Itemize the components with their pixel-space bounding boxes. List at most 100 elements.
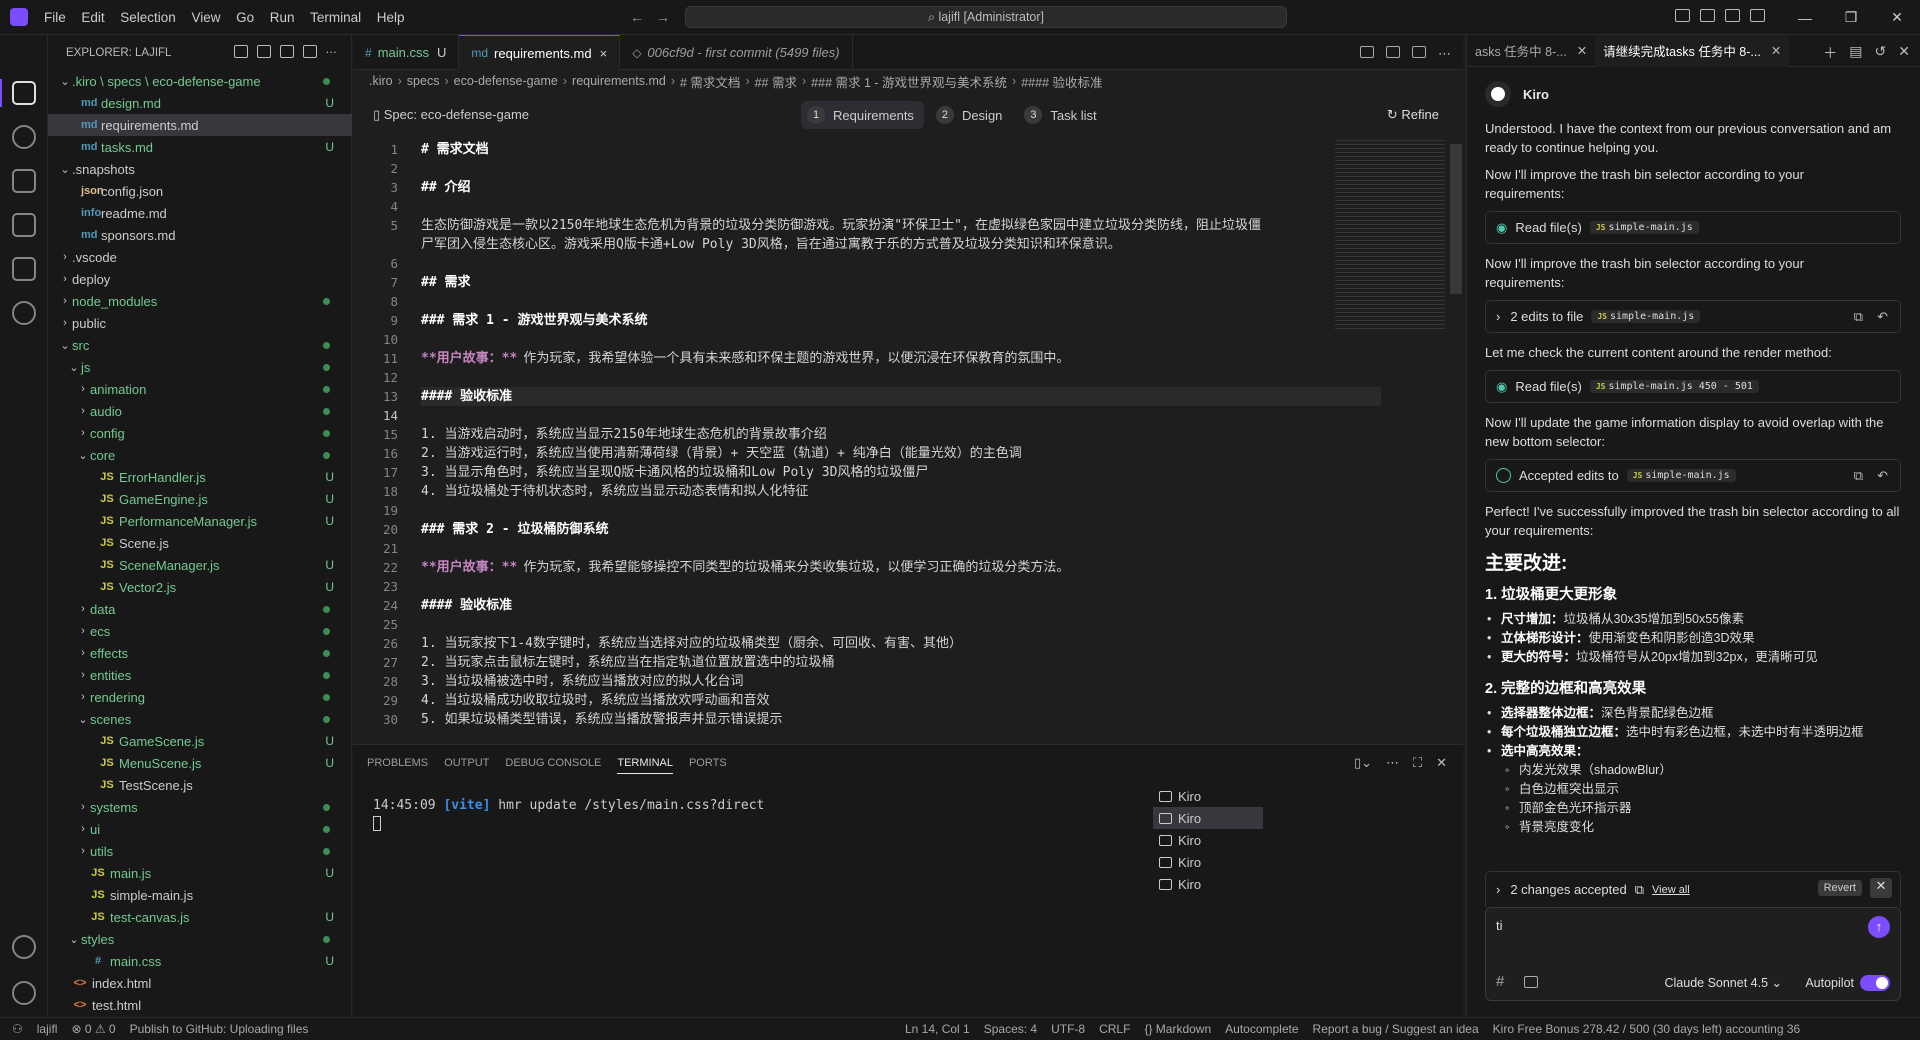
remote-icon[interactable]: ⚇ [12,1022,23,1036]
more-actions-icon[interactable]: ⋯ [326,45,338,59]
tree-file[interactable]: JS test-canvas.js U [48,906,352,928]
menu-edit[interactable]: Edit [75,10,110,25]
undo-icon[interactable]: ↶ [1877,309,1888,325]
tree-folder[interactable]: › audio [48,400,352,422]
tree-folder[interactable]: › deploy [48,268,352,290]
file-chip[interactable]: JS simple-main.js [1589,221,1699,234]
accepted-edits-card[interactable]: Accepted edits to JS simple-main.js ⧉ ↶ [1485,459,1901,492]
minimize-icon[interactable]: — [1782,10,1828,26]
context-hash-icon[interactable]: # [1496,973,1504,990]
tree-file[interactable]: info readme.md [48,202,352,224]
minimap[interactable] [1335,140,1445,330]
code-content[interactable]: # 需求文档 ## 介绍 生态防御游戏是一款以2150年地球生态危机为背景的垃圾分类… [421,140,1381,729]
code-editor[interactable]: 1 2 3 4 5 6 7 8 9 10 11 12 13 14 15 16 17 18 19 20 21 22 23 24 2… [353,140,1463,738]
tree-file[interactable]: JS main.js U [48,862,352,884]
tree-file[interactable]: JS SceneManager.js U [48,554,352,576]
status-eol[interactable]: CRLF [1099,1022,1130,1036]
tab-problems[interactable]: PROBLEMS [367,757,428,774]
refresh-icon[interactable] [279,45,294,58]
chat-tab[interactable]: asks 任务中 8-... ✕ [1467,35,1595,67]
breadcrumb-item[interactable]: #### 验收标准 [1021,72,1102,91]
menu-view[interactable]: View [185,10,226,25]
source-control-icon[interactable] [12,169,36,193]
camera-icon[interactable] [1360,46,1374,58]
step-requirements[interactable]: 1 Requirements [801,101,924,129]
history-icon[interactable]: ↺ [1875,43,1887,63]
status-bonus[interactable]: Kiro Free Bonus 278.42 / 500 (30 days le… [1493,1022,1801,1036]
chevron-right-icon[interactable]: › [1496,309,1500,324]
back-arrow-icon[interactable]: ← [630,9,656,25]
extensions-icon[interactable] [12,257,36,281]
tree-file[interactable]: JS GameScene.js U [48,730,352,752]
tree-folder[interactable]: › ecs [48,620,352,642]
close-chat-icon[interactable]: ✕ [1898,43,1910,63]
tree-file[interactable]: md tasks.md U [48,136,352,158]
terminal-item[interactable]: Kiro [1153,851,1263,873]
terminal-item[interactable]: Kiro [1153,785,1263,807]
terminal-item[interactable]: Kiro [1153,873,1263,895]
breadcrumb-item[interactable]: ### 需求 1 - 游戏世界观与美术系统 [811,72,1007,91]
tree-file[interactable]: md sponsors.md [48,224,352,246]
menu-terminal[interactable]: Terminal [304,10,367,25]
breadcrumb-item[interactable]: ## 需求 [755,72,797,91]
step-task-list[interactable]: 3 Task list [1018,101,1106,129]
status-account[interactable]: lajifl [37,1022,58,1036]
tree-folder[interactable]: ⌄ styles [48,928,352,950]
tree-file[interactable]: <> test.html [48,994,352,1016]
new-folder-icon[interactable] [256,45,271,58]
tab-close-icon[interactable]: × [600,46,608,61]
file-chip[interactable]: JS simple-main.js 450 - 501 [1589,380,1759,393]
status-problems[interactable]: ⊗ 0 ⚠ 0 [71,1022,115,1036]
breadcrumb-item[interactable]: specs [407,74,440,88]
split-editor-icon[interactable] [1412,46,1426,58]
tree-folder[interactable]: › ui [48,818,352,840]
tree-file[interactable]: # main.css U [48,950,352,972]
tree-folder[interactable]: › utils [48,840,352,862]
file-chip[interactable]: JS simple-main.js [1591,310,1701,323]
tree-folder[interactable]: ⌄ js [48,356,352,378]
tab-terminal[interactable]: TERMINAL [617,757,673,774]
terminal-item[interactable]: Kiro [1153,807,1263,829]
close-window-icon[interactable]: ✕ [1874,9,1920,26]
preview-icon[interactable] [1386,46,1400,58]
tree-file[interactable]: JS Scene.js [48,532,352,554]
panel-more-icon[interactable]: ⋯ [1386,755,1399,771]
menu-run[interactable]: Run [264,10,301,25]
close-panel-icon[interactable]: ✕ [1436,755,1447,771]
tree-file[interactable]: JS TestScene.js [48,774,352,796]
chevron-right-icon[interactable]: › [1496,882,1500,897]
kiro-ghost-icon[interactable] [12,301,36,325]
tree-folder[interactable]: › config [48,422,352,444]
nav-arrows[interactable]: ←→ [630,9,682,25]
tab-debug-console[interactable]: DEBUG CONSOLE [505,757,601,774]
terminal-item[interactable]: Kiro [1153,829,1263,851]
tab-requirements-md[interactable]: md requirements.md × [459,35,621,70]
model-selector[interactable]: Claude Sonnet 4.5 ⌄ [1664,975,1782,990]
image-attach-icon[interactable] [1524,976,1538,988]
tree-file[interactable]: md design.md U [48,92,352,114]
edits-card[interactable]: › 2 edits to file JS simple-main.js ⧉ ↶ [1485,300,1901,333]
tree-folder[interactable]: › animation [48,378,352,400]
revert-button[interactable]: Revert [1817,880,1862,896]
layout-customize-icon[interactable] [1675,9,1690,22]
step-design[interactable]: 2 Design [930,101,1012,129]
menu-help[interactable]: Help [371,10,411,25]
breadcrumb-item[interactable]: .kiro [369,74,393,88]
maximize-panel-icon[interactable]: ⛶ [1413,755,1422,771]
restore-icon[interactable]: ❐ [1828,9,1874,26]
tree-file[interactable]: JS simple-main.js [48,884,352,906]
new-file-icon[interactable] [233,45,248,58]
close-icon[interactable]: ✕ [1577,43,1587,58]
read-file-card[interactable]: ◉ Read file(s) JS simple-main.js [1485,211,1901,244]
status-publish[interactable]: Publish to GitHub: Uploading files [130,1022,309,1036]
status-cursor-pos[interactable]: Ln 14, Col 1 [905,1022,970,1036]
status-encoding[interactable]: UTF-8 [1051,1022,1085,1036]
toggle-panel-icon[interactable] [1725,9,1740,22]
toggle-chat-icon[interactable] [1750,9,1765,22]
undo-icon[interactable]: ↶ [1877,468,1888,484]
tree-file[interactable]: json config.json [48,180,352,202]
view-all-link[interactable]: View all [1652,884,1690,896]
tree-file[interactable]: JS GameEngine.js U [48,488,352,510]
search-icon[interactable] [12,125,36,149]
diff-icon[interactable]: ⧉ [1854,309,1863,325]
